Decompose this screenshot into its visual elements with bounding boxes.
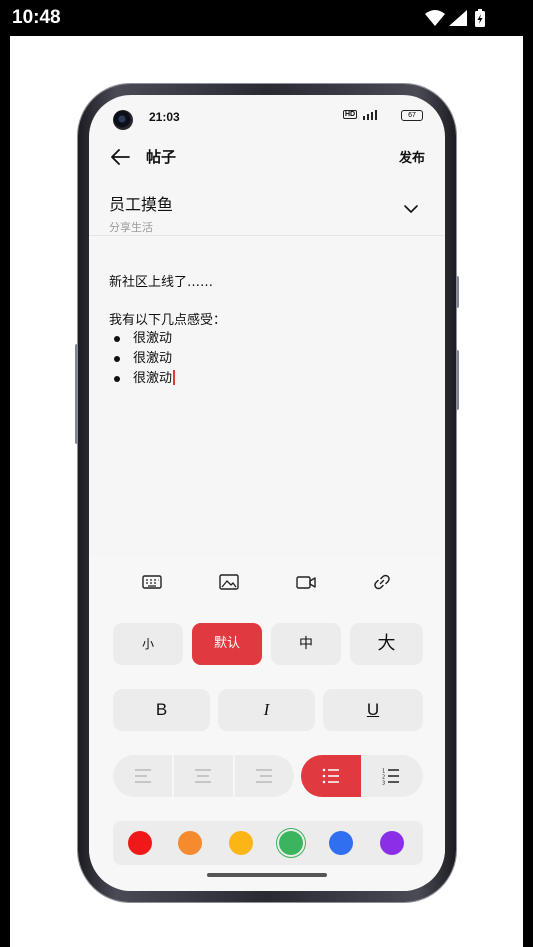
phone-frame: 21:03 HD 67 帖子 发布 员工摸鱼 分享生活 新社区上线了…… 我有以… — [78, 84, 456, 902]
bulleted-list-icon — [322, 768, 339, 784]
wifi-icon — [425, 10, 445, 26]
svg-text:3: 3 — [382, 781, 385, 787]
bulleted-list-button[interactable] — [301, 755, 361, 797]
insert-toolbar — [89, 563, 445, 599]
home-indicator[interactable] — [207, 873, 327, 877]
list-style-group: 1 2 3 — [301, 755, 423, 797]
divider — [89, 235, 445, 236]
system-status-bar: 10:48 — [0, 0, 533, 36]
link-icon[interactable] — [371, 571, 393, 593]
italic-button[interactable]: I — [218, 689, 315, 731]
alignment-group — [113, 755, 294, 797]
color-swatch-yellow[interactable] — [229, 831, 253, 855]
phone-status-bar: 21:03 HD 67 — [89, 95, 445, 137]
back-button[interactable] — [109, 145, 133, 169]
phone-screen: 21:03 HD 67 帖子 发布 员工摸鱼 分享生活 新社区上线了…… 我有以… — [89, 95, 445, 891]
text-style-selector: B I U — [113, 689, 423, 731]
community-name: 员工摸鱼 — [109, 195, 174, 214]
arrow-left-icon — [111, 149, 130, 165]
text-cursor — [173, 370, 175, 385]
size-default-button[interactable]: 默认 — [192, 623, 262, 665]
system-status-icons — [423, 8, 493, 28]
bullet-item: 很激动 — [109, 369, 429, 389]
hd-badge: HD — [343, 110, 358, 119]
underline-button[interactable]: U — [323, 689, 423, 731]
bullet-item: 很激动 — [109, 349, 429, 369]
community-selector[interactable]: 员工摸鱼 分享生活 — [109, 191, 173, 235]
color-swatch-blue[interactable] — [329, 831, 353, 855]
align-right-icon — [256, 769, 272, 783]
color-swatch-purple[interactable] — [380, 831, 404, 855]
font-size-selector: 小 默认 中 大 — [113, 623, 423, 665]
phone-time: 21:03 — [149, 110, 180, 124]
align-center-button[interactable] — [174, 755, 233, 797]
publish-button[interactable]: 发布 — [399, 147, 425, 166]
image-icon[interactable] — [218, 571, 240, 593]
app-header: 帖子 发布 — [89, 137, 445, 179]
signal-5g-icon — [363, 110, 377, 120]
align-center-icon — [195, 769, 211, 783]
keyboard-icon[interactable] — [141, 571, 163, 593]
size-medium-button[interactable]: 中 — [271, 623, 341, 665]
editor-line: 新社区上线了…… — [109, 275, 214, 290]
alignment-list-selector: 1 2 3 — [113, 755, 423, 797]
format-panel: 小 默认 中 大 B I U 1 2 3 — [89, 557, 445, 891]
size-large-button[interactable]: 大 — [350, 623, 423, 665]
phone-status-icons: HD 67 — [343, 110, 423, 124]
bullet-item: 很激动 — [109, 329, 429, 349]
editor-line: 我有以下几点感受： — [109, 313, 227, 328]
align-left-button[interactable] — [113, 755, 172, 797]
cellular-signal-icon — [449, 10, 467, 26]
align-left-icon — [135, 769, 151, 783]
bold-button[interactable]: B — [113, 689, 210, 731]
battery-indicator: 67 — [401, 110, 423, 121]
chevron-down-icon[interactable] — [403, 201, 419, 217]
align-right-button[interactable] — [235, 755, 294, 797]
page-title: 帖子 — [146, 148, 177, 166]
size-small-button[interactable]: 小 — [113, 623, 183, 665]
color-swatch-green[interactable] — [279, 831, 303, 855]
post-editor[interactable]: 新社区上线了…… 我有以下几点感受： 很激动 很激动 很激动 — [109, 271, 429, 389]
color-swatch-red[interactable] — [128, 831, 152, 855]
text-color-picker — [113, 821, 423, 865]
system-time: 10:48 — [12, 7, 61, 28]
battery-charging-icon — [475, 9, 485, 27]
front-camera — [113, 110, 133, 130]
community-subtitle: 分享生活 — [109, 221, 153, 234]
numbered-list-button[interactable]: 1 2 3 — [361, 755, 423, 797]
video-icon[interactable] — [295, 571, 317, 593]
numbered-list-icon: 1 2 3 — [382, 769, 399, 787]
color-swatch-orange[interactable] — [178, 831, 202, 855]
